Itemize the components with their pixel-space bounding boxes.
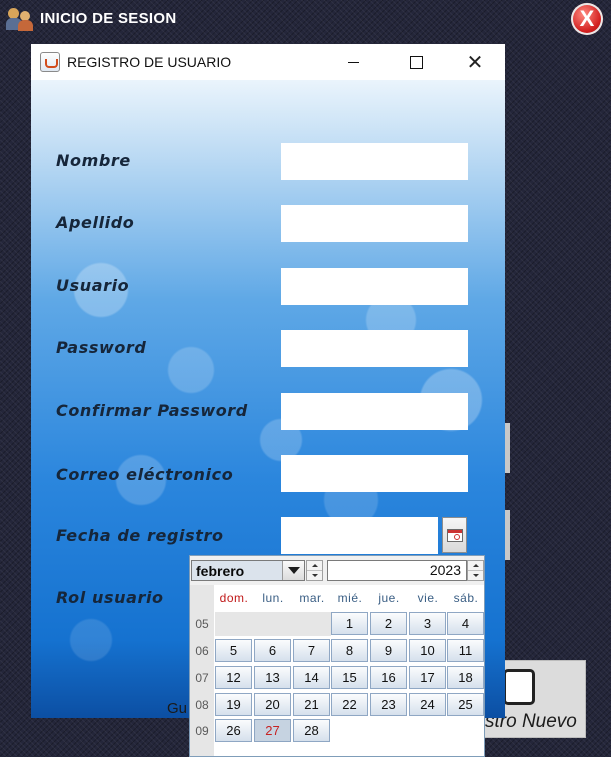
day-button[interactable]: 13 xyxy=(254,666,291,689)
empty-day-cell xyxy=(215,612,331,636)
weekday-label: mié. xyxy=(337,591,363,605)
red-close-icon[interactable]: X xyxy=(571,3,603,35)
confirm-password-label: Confirmar Password xyxy=(56,401,248,420)
spinner-up-icon[interactable] xyxy=(468,561,483,571)
apellido-input[interactable] xyxy=(281,205,468,242)
password-input[interactable] xyxy=(281,330,468,367)
day-button[interactable]: 24 xyxy=(409,693,446,716)
edit-document-icon xyxy=(503,669,535,705)
email-input[interactable] xyxy=(281,455,468,492)
day-button[interactable]: 3 xyxy=(409,612,446,635)
day-button[interactable]: 28 xyxy=(293,719,330,742)
week-number: 06 xyxy=(195,644,209,658)
weekday-label: jue. xyxy=(378,591,400,605)
month-select[interactable]: febrero xyxy=(191,560,305,581)
apellido-label: Apellido xyxy=(56,213,135,232)
month-spinner[interactable] xyxy=(306,560,323,581)
dialog-title: REGISTRO DE USUARIO xyxy=(67,54,232,70)
password-label: Password xyxy=(56,338,147,357)
day-button[interactable]: 12 xyxy=(215,666,252,689)
spinner-down-icon[interactable] xyxy=(468,571,483,580)
day-button[interactable]: 4 xyxy=(447,612,484,635)
weekday-label: mar. xyxy=(299,591,325,605)
calendar-popup: febrero 2023 dom. lun. mar. mié. jue. vie. sáb… xyxy=(189,555,485,757)
spinner-down-icon[interactable] xyxy=(307,571,322,580)
java-app-icon xyxy=(40,52,60,72)
day-button[interactable]: 20 xyxy=(254,693,291,716)
email-label: Correo eléctronico xyxy=(56,465,234,484)
day-button[interactable]: 1 xyxy=(331,612,368,635)
day-button[interactable]: 2 xyxy=(370,612,407,635)
day-button[interactable]: 8 xyxy=(331,639,368,662)
maximize-button[interactable] xyxy=(386,44,446,80)
day-button[interactable]: 5 xyxy=(215,639,252,662)
fecha-registro-label: Fecha de registro xyxy=(56,526,224,545)
maximize-icon xyxy=(409,55,423,69)
week-number: 09 xyxy=(195,724,209,738)
calendar-icon xyxy=(446,528,463,542)
calendar-header: febrero 2023 xyxy=(190,556,484,585)
weekday-label: dom. xyxy=(219,591,249,605)
day-button[interactable]: 18 xyxy=(447,666,484,689)
rol-usuario-label: Rol usuario xyxy=(56,588,164,607)
day-button[interactable]: 6 xyxy=(254,639,291,662)
day-button[interactable]: 7 xyxy=(293,639,330,662)
outer-titlebar: INICIO DE SESION xyxy=(6,4,177,32)
minimize-icon xyxy=(347,61,359,63)
year-spinner[interactable] xyxy=(467,560,484,581)
day-button[interactable]: 9 xyxy=(370,639,407,662)
outer-window-title: INICIO DE SESION xyxy=(40,9,177,27)
day-button[interactable]: 21 xyxy=(293,693,330,716)
usuario-input[interactable] xyxy=(281,268,468,305)
day-button[interactable]: 23 xyxy=(370,693,407,716)
dropdown-arrow-icon[interactable] xyxy=(282,561,304,580)
week-number: 05 xyxy=(195,617,209,631)
nombre-label: Nombre xyxy=(56,151,131,170)
selected-day-button[interactable]: 27 xyxy=(254,719,291,742)
weekday-label: sáb. xyxy=(453,591,479,605)
weekday-label: lun. xyxy=(262,591,284,605)
minimize-button[interactable] xyxy=(323,44,383,80)
day-button[interactable]: 19 xyxy=(215,693,252,716)
usuario-label: Usuario xyxy=(56,276,130,295)
close-button[interactable]: ✕ xyxy=(445,44,505,80)
background-edge xyxy=(505,423,510,473)
day-button[interactable]: 25 xyxy=(447,693,484,716)
day-button[interactable]: 22 xyxy=(331,693,368,716)
confirm-password-input[interactable] xyxy=(281,393,468,430)
week-number: 07 xyxy=(195,671,209,685)
year-input[interactable]: 2023 xyxy=(327,560,467,581)
day-button[interactable]: 15 xyxy=(331,666,368,689)
day-button[interactable]: 11 xyxy=(447,639,484,662)
close-icon: ✕ xyxy=(466,50,484,74)
background-edge xyxy=(505,510,510,560)
spinner-up-icon[interactable] xyxy=(307,561,322,571)
day-button[interactable]: 17 xyxy=(409,666,446,689)
weekday-label: vie. xyxy=(417,591,439,605)
month-value: febrero xyxy=(196,563,245,579)
date-picker-button[interactable] xyxy=(442,517,467,553)
day-button[interactable]: 10 xyxy=(409,639,446,662)
nombre-input[interactable] xyxy=(281,143,468,180)
users-app-icon xyxy=(6,5,36,31)
save-button-label-partial: Gu xyxy=(167,700,188,717)
day-button[interactable]: 26 xyxy=(215,719,252,742)
fecha-registro-input[interactable] xyxy=(281,517,438,554)
week-number: 08 xyxy=(195,698,209,712)
day-button[interactable]: 14 xyxy=(293,666,330,689)
day-button[interactable]: 16 xyxy=(370,666,407,689)
